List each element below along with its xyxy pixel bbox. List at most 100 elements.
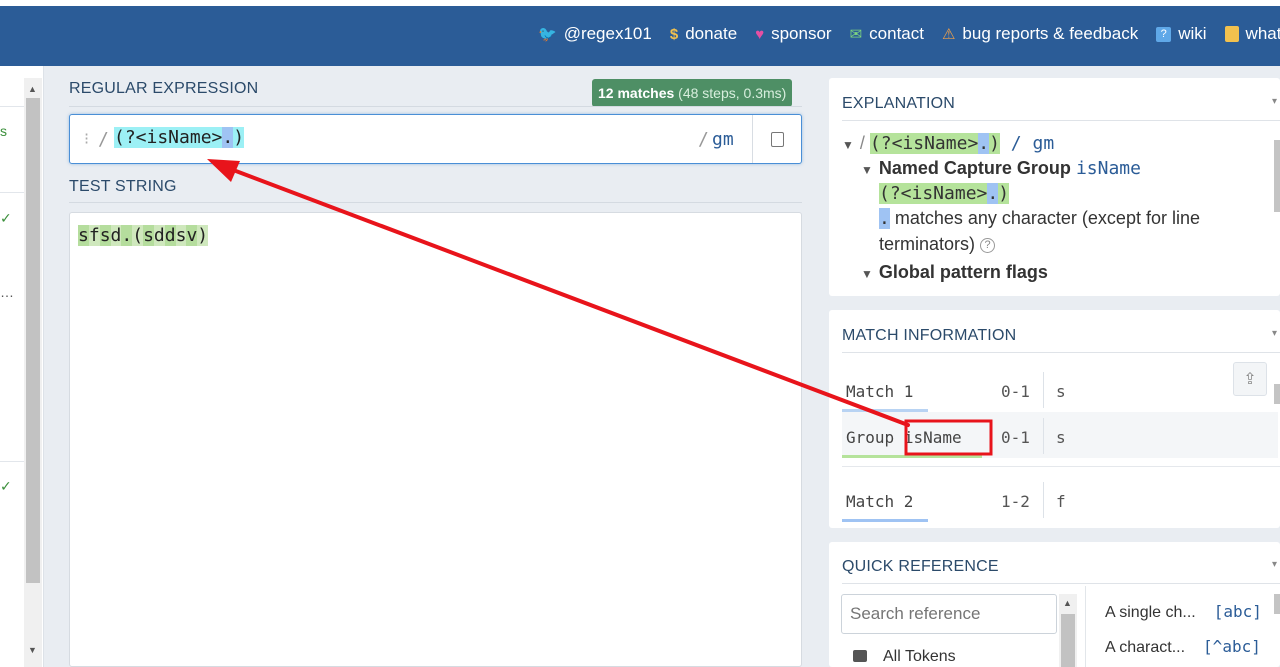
news-icon: [1224, 26, 1239, 42]
nav-sponsor[interactable]: ♥ sponsor: [755, 24, 831, 44]
regex-pattern[interactable]: (?<isName>.): [114, 127, 245, 148]
scrollbar-thumb[interactable]: [1061, 614, 1075, 667]
explanation-group-close: ): [989, 133, 1000, 154]
test-string-char: ): [197, 225, 209, 246]
match-value: f: [1056, 492, 1066, 511]
top-nav: 🐦 @regex101 $ donate ♥ sponsor ✉ contact…: [538, 24, 1280, 44]
match-value: s: [1056, 382, 1066, 401]
chevron-down-icon[interactable]: ▾: [1272, 96, 1277, 107]
sidebar-item[interactable]: …: [0, 284, 14, 300]
group-underline: [842, 455, 982, 458]
twitter-icon: 🐦: [538, 26, 557, 43]
group-row[interactable]: Group isName 0-1 s: [842, 412, 1278, 458]
chevron-down-icon[interactable]: ▾: [1272, 559, 1277, 570]
regex-group-token: (?<isName>: [114, 127, 223, 148]
divider: [69, 202, 802, 203]
explanation-flags: / gm: [999, 133, 1055, 154]
search-reference-input[interactable]: [841, 594, 1057, 634]
match-row[interactable]: Match 2 1-2 f: [842, 476, 1262, 522]
test-string-char: (: [132, 225, 144, 246]
match-information-title: MATCH INFORMATION: [842, 327, 1017, 344]
reference-item[interactable]: A charact... [^abc]: [1105, 637, 1261, 657]
explanation-dot-token: .: [879, 208, 890, 229]
named-group-name: isName: [1075, 158, 1141, 179]
match-row[interactable]: Match 1 0-1 s: [842, 366, 1262, 412]
chevron-down-icon[interactable]: ▾: [1272, 328, 1277, 339]
test-string-text[interactable]: s f s d.(s d d s v): [78, 225, 209, 246]
explanation-flags-row: ▼ Global pattern flags: [861, 262, 1048, 283]
copy-icon: [767, 127, 784, 147]
divider: [69, 106, 802, 107]
match-information-panel: MATCH INFORMATION ▾ ⇪ Match 1 0-1 s Grou…: [829, 310, 1280, 528]
triangle-down-icon[interactable]: ▼: [842, 138, 854, 152]
drag-handle-icon[interactable]: ⁝: [84, 129, 89, 149]
regex-close-delimiter: /: [698, 129, 709, 150]
top-bar: 🐦 @regex101 $ donate ♥ sponsor ✉ contact…: [0, 0, 1280, 66]
dollar-icon: $: [669, 25, 679, 43]
sidebar-scrollbar[interactable]: ▲ ▼: [24, 78, 42, 667]
explanation-title: EXPLANATION: [842, 95, 956, 112]
quick-reference-panel: QUICK REFERENCE ▾ ▲ All Tokens A single …: [829, 542, 1280, 667]
category-label: All Tokens: [883, 648, 956, 665]
nav-whats-new[interactable]: whats new: [1224, 24, 1280, 44]
test-string-input[interactable]: s f s d.(s d d s v): [69, 212, 802, 667]
help-circle-icon[interactable]: ?: [980, 238, 996, 253]
match-label: Match 2: [846, 492, 914, 511]
check-icon: ✓: [0, 478, 12, 494]
match-stats: (48 steps, 0.3ms): [674, 85, 787, 101]
dot-description-cont: terminators): [879, 234, 976, 254]
reference-item[interactable]: A single ch... [abc]: [1105, 602, 1262, 622]
regex-flags[interactable]: gm: [712, 129, 734, 150]
nav-label: contact: [869, 24, 924, 43]
nav-donate[interactable]: $ donate: [670, 24, 737, 44]
copy-regex-button[interactable]: [752, 115, 802, 163]
reference-scrollbar[interactable]: ▲: [1059, 594, 1077, 667]
test-string-char: d: [153, 225, 165, 246]
warning-icon: ⚠: [941, 26, 956, 43]
explanation-dot-token: .: [978, 133, 990, 154]
triangle-down-icon[interactable]: ▼: [861, 163, 873, 177]
explanation-group-token: (?<isName>: [869, 133, 979, 154]
sidebar-divider: [0, 192, 24, 193]
explanation-group-close: ): [998, 183, 1010, 204]
nav-label: sponsor: [771, 24, 832, 43]
scroll-up-arrow-icon[interactable]: ▲: [28, 84, 37, 94]
divider: [1043, 372, 1044, 408]
test-string-char: .: [121, 225, 133, 246]
layers-icon: [853, 650, 867, 662]
scroll-up-arrow-icon[interactable]: ▲: [1063, 598, 1072, 608]
reference-token: [abc]: [1213, 602, 1262, 621]
explanation-dot-desc-2: terminators) ?: [879, 234, 996, 255]
match-range: 1-2: [1001, 492, 1030, 511]
test-string-char: f: [88, 225, 100, 246]
test-string-char: s: [99, 225, 111, 246]
test-string-char: s: [78, 225, 89, 246]
reference-desc: A charact...: [1105, 639, 1186, 656]
match-count: 12 matches: [598, 85, 675, 101]
test-string-char: v: [186, 225, 198, 246]
reference-list-scrollbar[interactable]: [1274, 594, 1280, 614]
group-label-prefix: Group: [846, 428, 895, 447]
sidebar-item[interactable]: s: [0, 123, 7, 139]
sidebar-divider: [0, 461, 24, 462]
help-icon: ?: [1156, 26, 1172, 42]
reference-category-all-tokens[interactable]: All Tokens: [853, 648, 956, 666]
nav-contact[interactable]: ✉ contact: [850, 24, 924, 44]
group-value: s: [1056, 428, 1066, 447]
match-underline: [842, 519, 928, 522]
nav-bug-reports[interactable]: ⚠ bug reports & feedback: [942, 24, 1138, 44]
divider: [842, 352, 1280, 353]
explanation-scrollbar[interactable]: [1274, 140, 1280, 212]
test-string-section-title: TEST STRING: [69, 178, 177, 195]
nav-wiki[interactable]: ? wiki: [1156, 24, 1207, 44]
sidebar-divider: [0, 106, 24, 107]
match-range: 0-1: [1001, 382, 1030, 401]
scroll-down-arrow-icon[interactable]: ▼: [28, 645, 37, 655]
scrollbar-thumb[interactable]: [26, 98, 40, 583]
nav-twitter[interactable]: 🐦 @regex101: [538, 24, 652, 44]
match-info-scrollbar[interactable]: [1274, 384, 1280, 404]
explanation-dot-token: .: [987, 183, 999, 204]
nav-label: @regex101: [563, 24, 652, 43]
triangle-down-icon[interactable]: ▼: [861, 267, 873, 281]
regex-input[interactable]: ⁝ / (?<isName>.) / gm: [69, 114, 802, 164]
